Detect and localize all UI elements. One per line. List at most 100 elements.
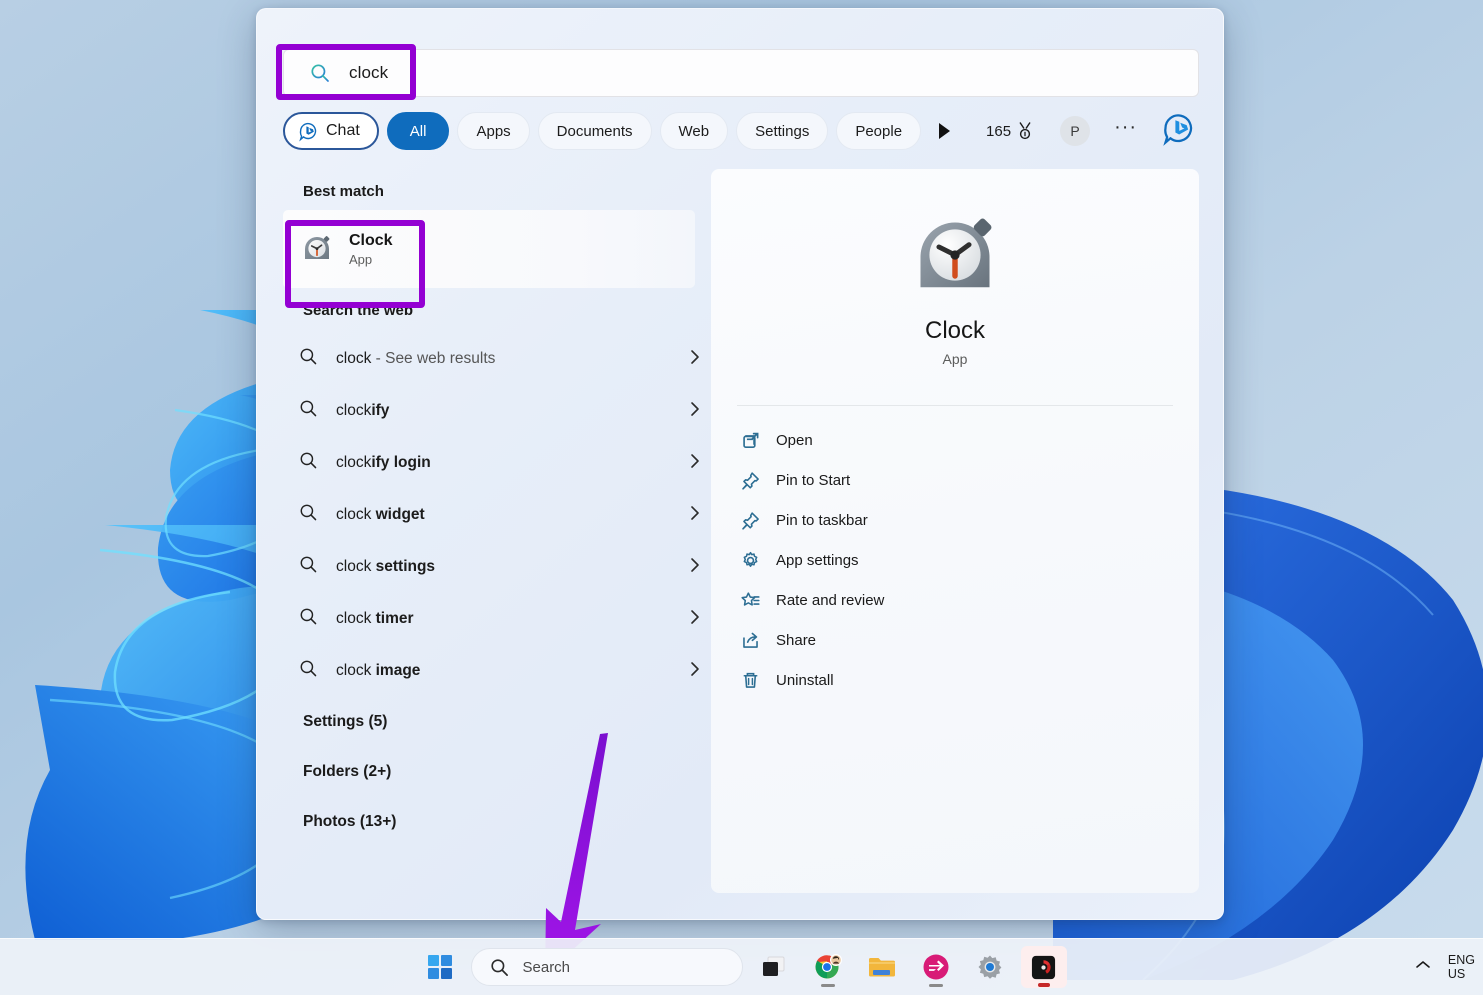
web-result-label: clock widget xyxy=(336,506,425,523)
preview-action-label: Share xyxy=(776,631,817,649)
search-icon xyxy=(300,452,317,469)
preview-action-app-settings[interactable]: App settings xyxy=(737,540,1173,580)
filter-pill-people-label: People xyxy=(855,122,903,140)
web-result-label: clock - See web results xyxy=(336,350,496,367)
search-input-wrap[interactable]: clock xyxy=(283,49,1199,97)
language-line-2: US xyxy=(1447,967,1466,981)
preview-action-label: App settings xyxy=(776,551,859,569)
search-web-heading: Search the web xyxy=(303,302,414,319)
preview-title: Clock xyxy=(924,317,985,344)
taskbar-center-group: Search xyxy=(417,946,1067,988)
search-icon xyxy=(300,608,317,625)
tray-expand-button[interactable] xyxy=(1414,958,1432,976)
search-icon-wrap xyxy=(299,347,318,371)
preview-action-label: Pin to Start xyxy=(776,471,851,489)
filter-pill-documents[interactable]: Documents xyxy=(537,112,652,150)
category-row[interactable]: Settings (5) xyxy=(283,697,713,747)
chevron-right-icon-wrap[interactable] xyxy=(689,453,701,473)
pink-media-icon xyxy=(923,954,948,980)
category-list: Settings (5) Folders (2+) Photos (13+) xyxy=(283,697,713,847)
search-query-text: clock xyxy=(349,63,389,82)
search-icon-wrap xyxy=(299,555,318,579)
filter-pill-row: Chat All Apps Documents Web Settings Peo… xyxy=(283,112,1197,150)
chevron-right-icon-wrap[interactable] xyxy=(689,557,701,577)
folder-icon xyxy=(868,958,895,977)
best-match-title: Clock xyxy=(349,231,393,249)
taskbar-search[interactable]: Search xyxy=(470,948,743,986)
system-tray: ENG US xyxy=(1414,953,1475,981)
web-result-item[interactable]: clock - See web results xyxy=(283,333,713,385)
preview-subtitle: App xyxy=(942,351,968,367)
taskbar-app-task-view[interactable] xyxy=(751,946,797,988)
web-result-item[interactable]: clock image xyxy=(283,645,713,697)
filter-pill-people[interactable]: People xyxy=(836,112,922,150)
preview-action-label: Open xyxy=(776,431,813,449)
more-options-button[interactable]: ··· xyxy=(1114,117,1137,140)
bing-chat-icon xyxy=(1163,113,1193,146)
account-avatar[interactable]: P xyxy=(1060,116,1091,146)
search-icon-wrap xyxy=(299,659,318,683)
task-view-icon xyxy=(762,956,784,976)
trash-icon xyxy=(743,672,758,688)
preview-action-label: Pin to taskbar xyxy=(776,511,868,529)
chevron-right-icon-wrap[interactable] xyxy=(689,505,701,525)
taskbar-app-settings[interactable] xyxy=(967,946,1013,988)
search-icon-wrap xyxy=(299,503,318,527)
search-icon xyxy=(490,958,508,976)
filter-pill-web[interactable]: Web xyxy=(659,112,729,150)
pin-icon xyxy=(742,471,759,490)
filter-pill-settings[interactable]: Settings xyxy=(736,112,829,150)
search-icon xyxy=(300,556,317,573)
search-icon-wrap xyxy=(299,399,318,423)
language-indicator[interactable]: ENG US xyxy=(1448,953,1475,981)
chevron-right-icon-wrap[interactable] xyxy=(689,609,701,629)
chevron-right-icon-wrap[interactable] xyxy=(689,401,701,421)
chevron-right-icon-wrap[interactable] xyxy=(689,349,701,369)
bing-chat-button[interactable] xyxy=(1161,111,1197,152)
preview-action-share[interactable]: Share xyxy=(737,620,1173,660)
web-result-item[interactable]: clockify login xyxy=(283,437,713,489)
web-result-item[interactable]: clock timer xyxy=(283,593,713,645)
preview-action-pin-to-start[interactable]: Pin to Start xyxy=(737,460,1173,500)
taskbar-app-chrome[interactable] xyxy=(805,946,851,988)
web-result-label: clock timer xyxy=(336,610,414,627)
web-result-item[interactable]: clock widget xyxy=(283,489,713,541)
search-icon xyxy=(300,660,317,677)
search-flyout-panel: clock Chat All Apps Documents Web Settin… xyxy=(256,8,1224,920)
preview-action-pin-to-taskbar[interactable]: Pin to taskbar xyxy=(737,500,1173,540)
best-match-row[interactable]: Clock App xyxy=(283,210,695,288)
windows-start-icon xyxy=(427,955,452,979)
star-list-icon xyxy=(741,591,760,606)
taskbar-app-recorder[interactable] xyxy=(1020,946,1067,988)
taskbar-running-dot xyxy=(928,984,943,987)
filter-overflow-play-icon[interactable] xyxy=(939,123,951,139)
taskbar-app-media[interactable] xyxy=(913,946,959,988)
taskbar-app-file-explorer[interactable] xyxy=(859,946,905,988)
filter-pill-apps[interactable]: Apps xyxy=(457,112,530,150)
filter-pill-apps-label: Apps xyxy=(476,122,511,140)
search-icon-wrap xyxy=(299,451,318,475)
search-icon xyxy=(300,504,317,521)
category-row[interactable]: Photos (13+) xyxy=(283,797,713,847)
taskbar-running-dot xyxy=(820,984,835,987)
taskbar-search-placeholder: Search xyxy=(522,958,571,976)
preview-action-uninstall[interactable]: Uninstall xyxy=(737,660,1173,700)
chevron-right-icon xyxy=(691,402,699,416)
filter-pill-chat[interactable]: Chat xyxy=(283,112,379,150)
web-result-item[interactable]: clockify xyxy=(283,385,713,437)
category-row[interactable]: Folders (2+) xyxy=(283,747,713,797)
filter-pill-all-label: All xyxy=(409,122,427,140)
filter-pill-all[interactable]: All xyxy=(386,112,450,150)
results-column: Best match Clock App Search the web cloc… xyxy=(283,169,713,847)
language-line-1: ENG xyxy=(1447,953,1475,967)
preview-action-label: Rate and review xyxy=(776,591,885,609)
start-button[interactable] xyxy=(417,946,463,988)
preview-action-open[interactable]: Open xyxy=(737,420,1173,460)
search-input[interactable]: clock xyxy=(283,49,1199,97)
preview-action-rate-and-review[interactable]: Rate and review xyxy=(737,580,1173,620)
rewards-indicator[interactable]: 165 xyxy=(986,121,1034,141)
chevron-right-icon-wrap[interactable] xyxy=(689,661,701,681)
web-result-label: clockify login xyxy=(336,454,431,471)
web-result-item[interactable]: clock settings xyxy=(283,541,713,593)
gear-icon xyxy=(978,955,1001,979)
